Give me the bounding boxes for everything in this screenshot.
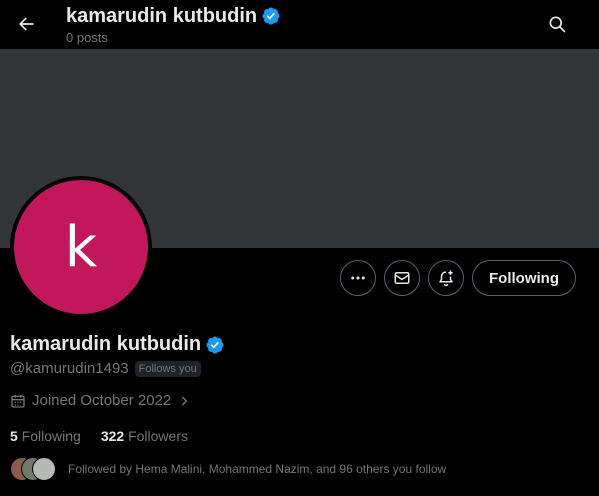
profile-name-row: kamarudin kutbudin	[10, 333, 225, 356]
verified-badge-icon[interactable]	[205, 335, 225, 355]
more-button[interactable]	[340, 260, 376, 296]
joined-label: Joined October 2022	[32, 392, 172, 409]
verified-badge-icon	[262, 7, 280, 25]
calendar-icon	[11, 394, 25, 408]
profile-handle: @kamurudin1493	[10, 360, 129, 377]
more-icon	[351, 276, 365, 280]
bell-plus-icon	[439, 270, 453, 287]
notify-button[interactable]	[428, 260, 464, 296]
followed-by-avatars	[10, 457, 58, 481]
following-label: Following	[21, 428, 81, 444]
chevron-right-icon	[182, 395, 188, 406]
post-count: 0 posts	[66, 30, 108, 45]
header-title-block: kamarudin kutbudin 0 posts	[66, 4, 281, 45]
avatar[interactable]: k	[10, 176, 152, 318]
message-button[interactable]	[384, 260, 420, 296]
followers-label: Followers	[128, 428, 188, 444]
following-count: 5	[10, 428, 18, 444]
arrow-left-icon	[19, 17, 34, 31]
top-bar: kamarudin kutbudin 0 posts	[0, 0, 599, 49]
followed-by-text: Followed by Hema Malini, Mohammed Nazim,…	[68, 462, 447, 476]
mail-icon	[394, 272, 410, 284]
follow-stats: 5 Following 322 Followers	[10, 428, 188, 444]
back-button[interactable]	[8, 6, 44, 42]
following-button[interactable]: Following	[472, 260, 576, 296]
avatar	[32, 457, 56, 481]
followers-count: 322	[100, 428, 125, 444]
search-icon	[549, 16, 566, 33]
following-link[interactable]: 5 Following	[10, 428, 81, 444]
follows-you-badge: Follows you	[134, 360, 201, 377]
handle-row: @kamurudin1493 Follows you	[10, 360, 201, 377]
header-title: kamarudin kutbudin	[66, 5, 258, 27]
profile-name: kamarudin kutbudin	[10, 333, 202, 355]
header-title-row: kamarudin kutbudin	[66, 4, 281, 28]
search-button[interactable]	[539, 6, 575, 42]
avatar-letter: k	[14, 180, 148, 314]
followers-link[interactable]: 322 Followers	[101, 428, 188, 444]
followed-by-row[interactable]: Followed by Hema Malini, Mohammed Nazim,…	[10, 457, 446, 481]
joined-date[interactable]: Joined October 2022	[10, 392, 191, 409]
